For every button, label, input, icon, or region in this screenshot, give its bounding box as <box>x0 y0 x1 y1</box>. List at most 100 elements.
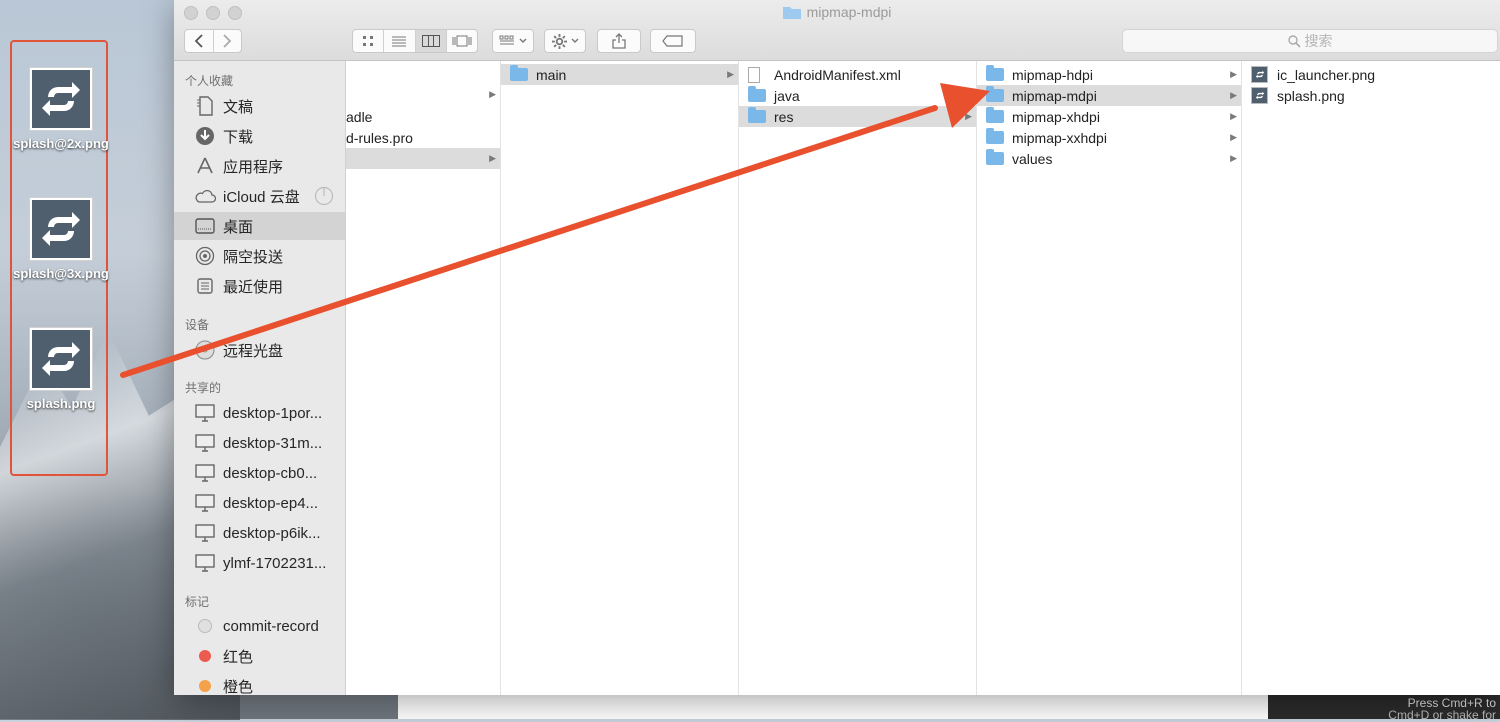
cloud-icon <box>195 189 216 203</box>
folder-row-mipmap-xhdpi[interactable]: mipmap-xhdpi ▶ <box>977 106 1241 127</box>
list-item-label: d-rules.pro <box>346 129 413 146</box>
disclosure-arrow-icon: ▶ <box>1230 90 1237 100</box>
shared-header: 共享的 <box>185 381 222 395</box>
column-view-button[interactable] <box>415 30 447 52</box>
sidebar-item-label: commit-record <box>223 617 319 635</box>
folder-icon <box>986 65 1004 81</box>
list-view-button[interactable] <box>384 30 416 52</box>
disclosure-arrow-icon: ▶ <box>489 153 496 163</box>
sidebar-item-shared-computer[interactable]: desktop-p6ik... <box>174 519 345 547</box>
sidebar-item-shared-computer[interactable]: desktop-ep4... <box>174 489 345 517</box>
view-mode-switcher <box>352 29 478 53</box>
sidebar-item-airdrop[interactable]: 隔空投送 <box>174 242 345 270</box>
share-button[interactable] <box>597 29 641 53</box>
desktop-file-splash-3x[interactable]: splash@3x.png <box>6 197 116 281</box>
tag-icon <box>662 35 683 47</box>
column-2: main ▶ <box>501 61 739 695</box>
folder-icon <box>782 7 801 19</box>
sidebar-item-shared-computer[interactable]: ylmf-1702231... <box>174 549 345 577</box>
folder-row-main[interactable]: main ▶ <box>501 64 738 85</box>
list-item-selected[interactable]: ▶ <box>346 148 500 169</box>
refresh-icon <box>42 342 80 376</box>
gallery-view-button[interactable] <box>447 30 477 52</box>
favorites-header: 个人收藏 <box>185 74 234 88</box>
sidebar-item-shared-computer[interactable]: desktop-cb0... <box>174 459 345 487</box>
column-5: ic_launcher.png splash.png <box>1242 61 1500 695</box>
disclosure-arrow-icon: ▶ <box>1230 111 1237 121</box>
sidebar-item-label: desktop-1por... <box>223 404 323 422</box>
forward-button[interactable] <box>214 30 242 52</box>
list-item[interactable]: d-rules.pro <box>346 127 500 148</box>
folder-row-res[interactable]: res ▶ <box>739 106 976 127</box>
sidebar-item-label: 文稿 <box>223 98 254 116</box>
sidebar-item-applications[interactable]: 应用程序 <box>174 152 345 180</box>
desktop-icon <box>195 218 215 234</box>
sidebar-tag-red[interactable]: 红色 <box>174 642 345 670</box>
list-item-label: adle <box>346 108 373 125</box>
icon-view-button[interactable] <box>353 30 385 52</box>
dev-overlay: Press Cmd+R to Cmd+D or shake for <box>1268 694 1500 721</box>
file-row-ic-launcher[interactable]: ic_launcher.png <box>1242 64 1500 85</box>
sidebar-item-documents[interactable]: 文稿 <box>174 92 345 120</box>
folder-row-mipmap-xxhdpi[interactable]: mipmap-xxhdpi ▶ <box>977 127 1241 148</box>
computer-icon <box>195 404 215 422</box>
sidebar-item-desktop[interactable]: 桌面 <box>174 212 345 240</box>
devices-header: 设备 <box>185 318 210 332</box>
folder-row-mipmap-mdpi[interactable]: mipmap-mdpi ▶ <box>977 85 1241 106</box>
sidebar: 个人收藏 文稿 下载 应用程序 iCloud 云盘 桌面 隔空投送 最近使用 设… <box>174 61 346 695</box>
list-item[interactable]: adle <box>346 106 500 127</box>
tag-color-dot <box>198 619 212 633</box>
disclosure-arrow-icon: ▶ <box>1230 153 1237 163</box>
tags-header: 标记 <box>185 595 210 609</box>
sidebar-item-label: 桌面 <box>223 218 254 236</box>
folder-icon <box>986 128 1004 144</box>
computer-icon <box>195 494 215 512</box>
tag-color-dot <box>199 680 211 692</box>
sidebar-item-label: desktop-p6ik... <box>223 524 321 542</box>
sidebar-item-remote-disc[interactable]: 远程光盘 <box>174 336 345 364</box>
list-item[interactable]: ▶ <box>346 84 500 105</box>
folder-row-values[interactable]: values ▶ <box>977 148 1241 169</box>
sidebar-item-label: iCloud 云盘 <box>223 188 300 206</box>
desktop-file-splash[interactable]: splash.png <box>6 327 116 411</box>
search-field[interactable]: 搜索 <box>1122 29 1498 53</box>
list-item-label: main <box>536 66 567 83</box>
back-button[interactable] <box>185 30 214 52</box>
arrange-button[interactable] <box>492 29 534 53</box>
action-button[interactable] <box>544 29 586 53</box>
file-row-splash[interactable]: splash.png <box>1242 85 1500 106</box>
sidebar-item-label: 最近使用 <box>223 278 284 296</box>
sidebar-item-downloads[interactable]: 下载 <box>174 122 345 150</box>
nav-buttons <box>184 29 242 53</box>
sidebar-item-shared-computer[interactable]: desktop-1por... <box>174 399 345 427</box>
columns-icon <box>421 35 440 47</box>
list-item-label: AndroidManifest.xml <box>774 66 901 83</box>
sidebar-tag-commit-record[interactable]: commit-record <box>174 612 345 640</box>
list-item-label: mipmap-xhdpi <box>1012 108 1100 125</box>
sidebar-item-shared-computer[interactable]: desktop-31m... <box>174 429 345 457</box>
sidebar-tag-orange[interactable]: 橙色 <box>174 672 345 695</box>
download-icon <box>196 127 214 145</box>
disc-icon <box>195 340 215 360</box>
list-item-label: splash.png <box>1277 87 1345 104</box>
image-thumbnail <box>29 67 93 131</box>
column-4: mipmap-hdpi ▶ mipmap-mdpi ▶ mipmap-xhdpi… <box>977 61 1242 695</box>
image-file-icon <box>1251 87 1268 104</box>
desktop-file-splash-2x[interactable]: splash@2x.png <box>6 67 116 151</box>
folder-icon <box>986 149 1004 165</box>
window-title: mipmap-mdpi <box>174 4 1500 20</box>
file-row-manifest[interactable]: AndroidManifest.xml <box>739 64 976 85</box>
finder-window: mipmap-mdpi 搜索 个人收藏 文稿 下载 应用程序 iCloud 云盘… <box>174 0 1500 695</box>
sidebar-item-recents[interactable]: 最近使用 <box>174 272 345 300</box>
sidebar-item-label: 远程光盘 <box>223 342 284 360</box>
folder-row-java[interactable]: java ▶ <box>739 85 976 106</box>
disclosure-arrow-icon: ▶ <box>965 111 972 121</box>
refresh-icon <box>42 82 80 116</box>
gallery-icon <box>452 35 472 47</box>
folder-icon <box>510 65 528 81</box>
list-item-label: mipmap-hdpi <box>1012 66 1093 83</box>
sidebar-item-icloud[interactable]: iCloud 云盘 <box>174 182 345 210</box>
tags-button[interactable] <box>650 29 696 53</box>
image-thumbnail <box>29 197 93 261</box>
folder-row-mipmap-hdpi[interactable]: mipmap-hdpi ▶ <box>977 64 1241 85</box>
